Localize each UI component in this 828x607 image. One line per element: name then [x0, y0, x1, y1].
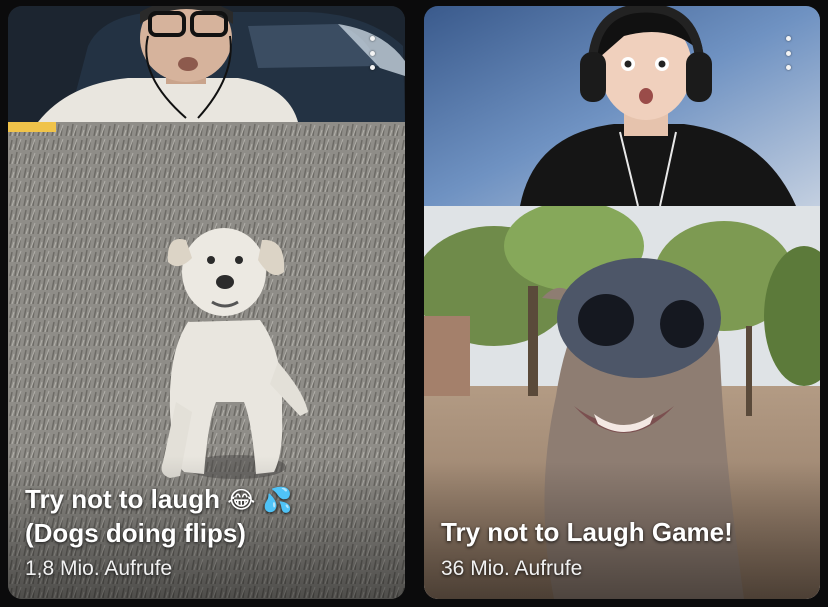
- reaction-cam-thumbnail: [8, 6, 405, 122]
- more-options-button[interactable]: [778, 36, 798, 70]
- more-vert-icon: [369, 36, 375, 41]
- video-card-dogs-flips[interactable]: Try not to laugh 😂 💦 (Dogs doing flips) …: [8, 6, 405, 599]
- video-card-laugh-game[interactable]: Try not to Laugh Game! 36 Mio. Aufrufe: [424, 6, 820, 599]
- video-title[interactable]: Try not to laugh 😂 💦 (Dogs doing flips): [25, 483, 385, 550]
- video-title-line2: (Dogs doing flips): [25, 518, 246, 548]
- video-title[interactable]: Try not to Laugh Game!: [441, 516, 800, 549]
- more-options-button[interactable]: [362, 36, 382, 70]
- reaction-cam-thumbnail: [424, 6, 820, 206]
- video-title-emoji: 😂 💦: [227, 486, 293, 514]
- view-count: 1,8 Mio. Aufrufe: [25, 557, 173, 580]
- view-count: 36 Mio. Aufrufe: [441, 557, 583, 580]
- more-vert-icon: [785, 36, 791, 41]
- video-title-line1: Try not to laugh: [25, 484, 220, 514]
